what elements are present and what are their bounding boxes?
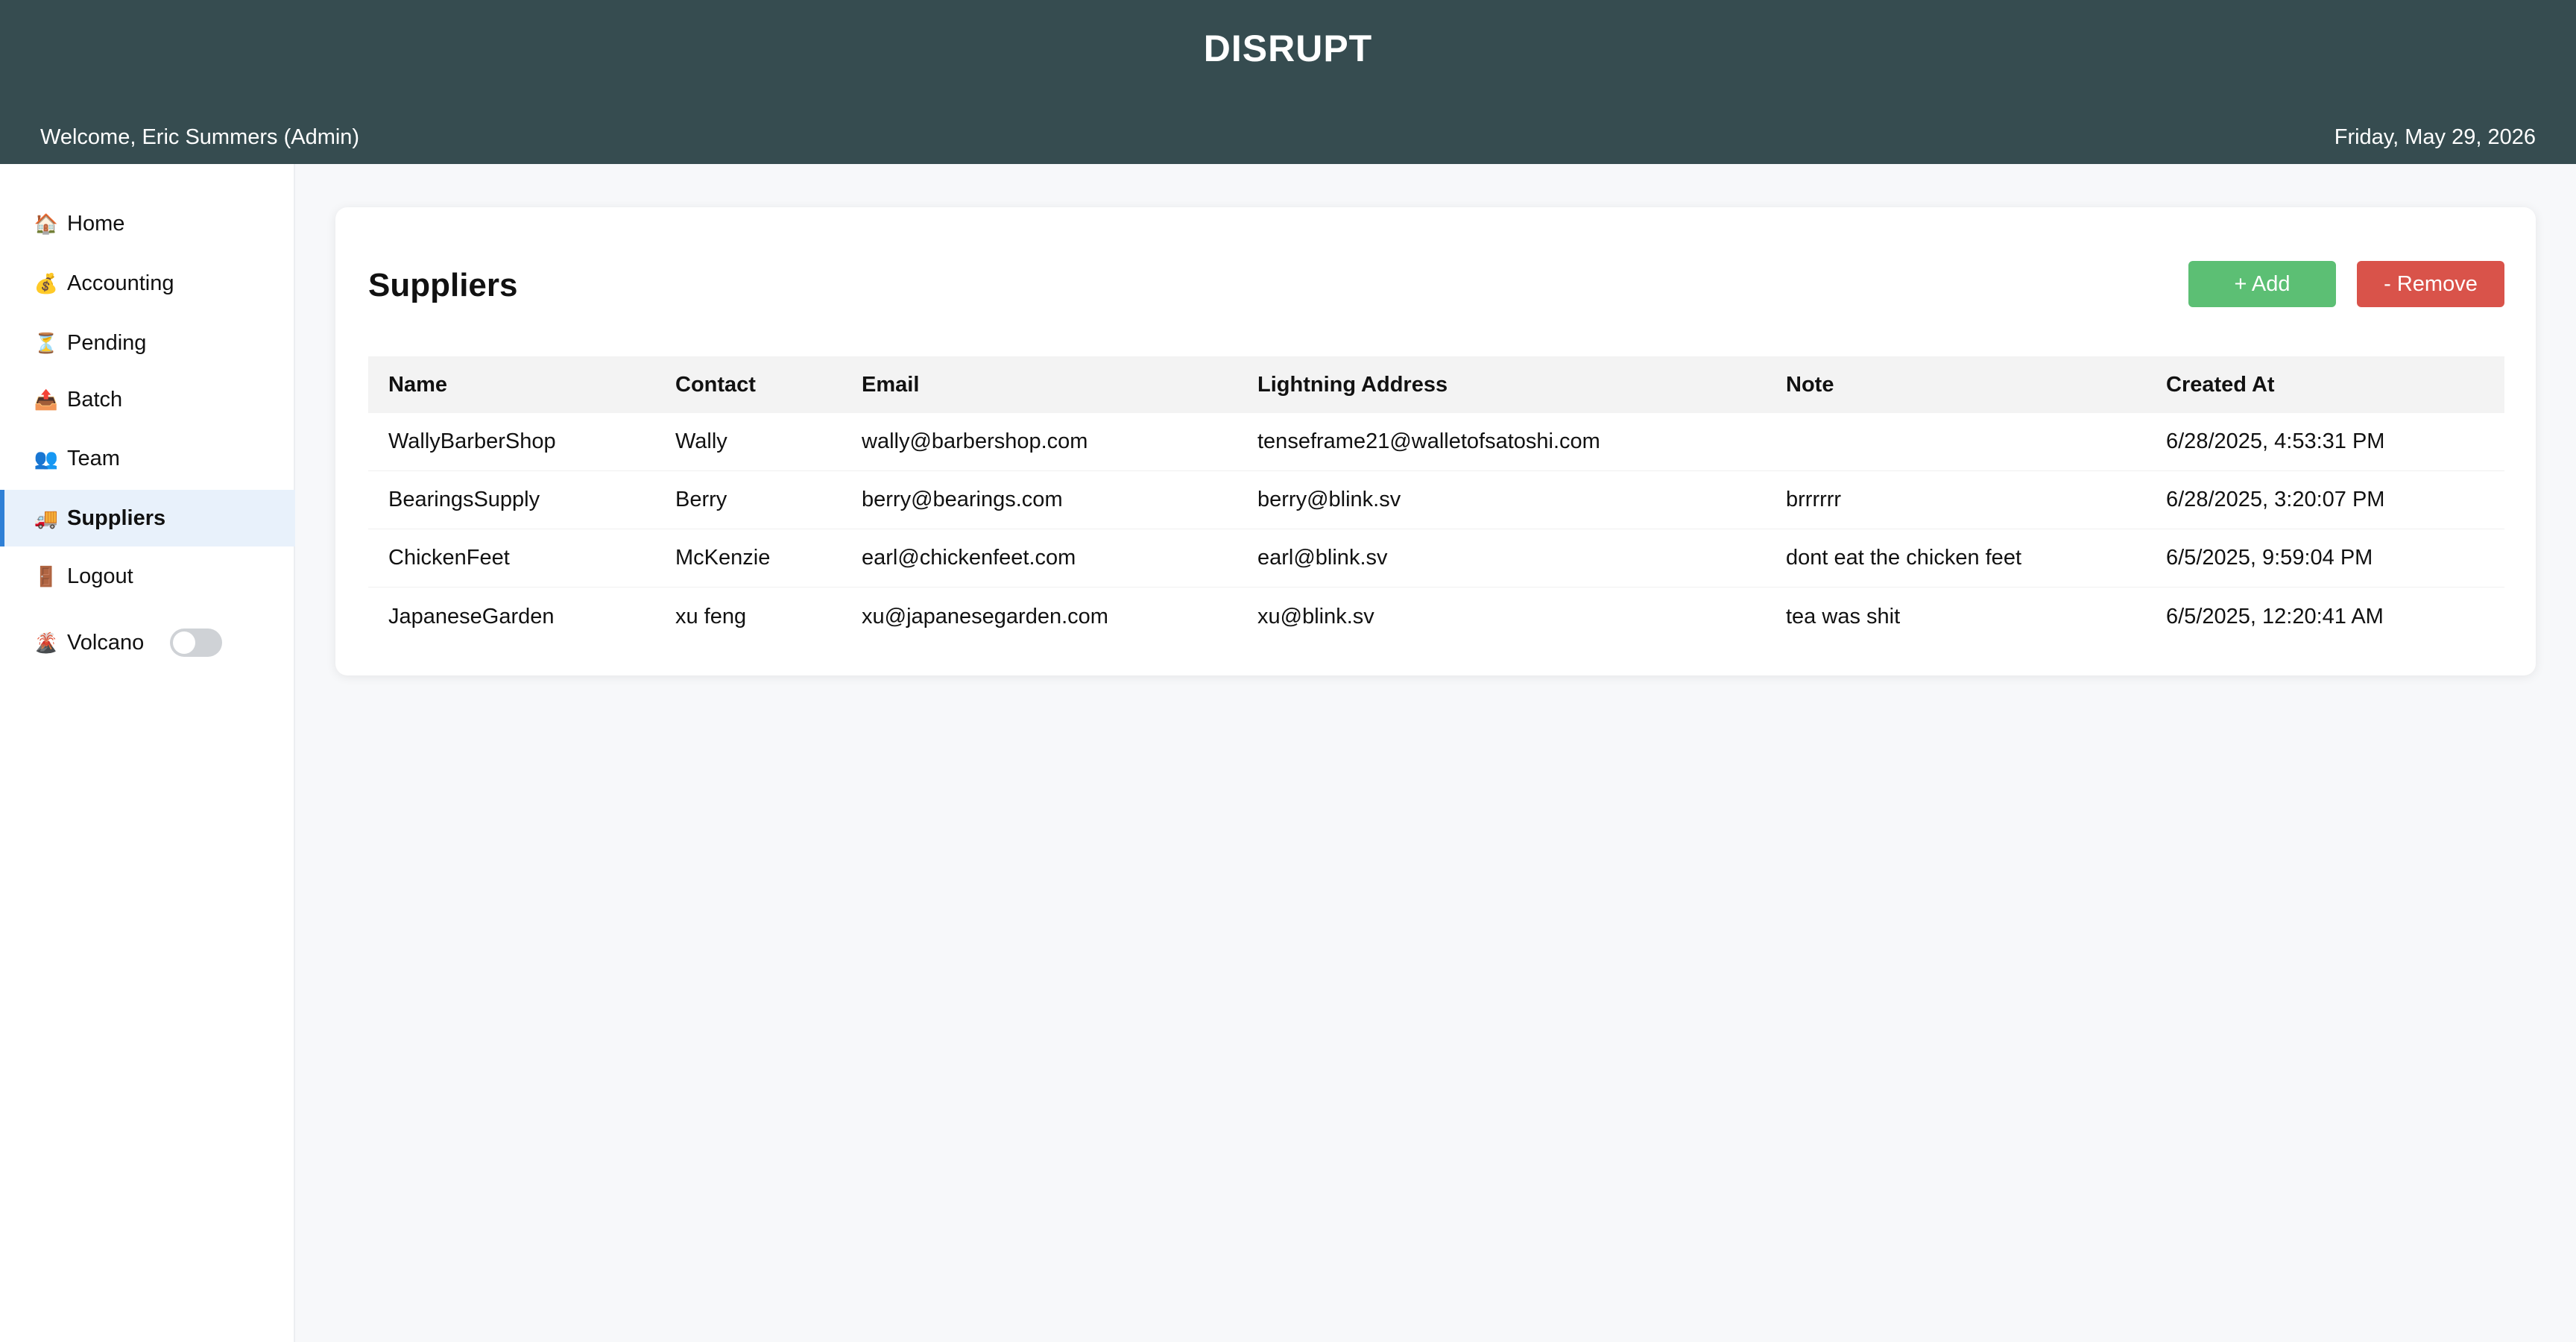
cell-name: BearingsSupply bbox=[388, 488, 540, 511]
sidebar-item-label: Accounting bbox=[67, 271, 174, 295]
cell-contact: xu feng bbox=[675, 604, 747, 629]
cell-note: dont eat the chicken feet bbox=[1786, 546, 2021, 570]
hourglass-icon: ⏳ bbox=[34, 331, 59, 354]
sidebar-item-label: Team bbox=[67, 446, 120, 470]
cell-name: JapaneseGarden bbox=[388, 604, 555, 629]
cell-email: wally@barbershop.com bbox=[862, 429, 1088, 453]
app-brand: DISRUPT bbox=[1203, 28, 1373, 69]
col-header-lightning[interactable]: Lightning Address bbox=[1257, 356, 1448, 413]
top-header: DISRUPT Welcome, Eric Summers (Admin) Fr… bbox=[0, 0, 2576, 164]
cell-created: 6/5/2025, 9:59:04 PM bbox=[2166, 546, 2373, 570]
add-supplier-button[interactable]: + Add bbox=[2188, 261, 2336, 307]
truck-icon: 🚚 bbox=[34, 506, 59, 529]
welcome-text: Welcome, Eric Summers (Admin) bbox=[40, 125, 360, 149]
cell-created: 6/28/2025, 3:20:07 PM bbox=[2166, 488, 2385, 511]
cell-email: xu@japanesegarden.com bbox=[862, 604, 1108, 629]
sidebar-item-label: Home bbox=[67, 211, 125, 236]
money-bag-icon: 💰 bbox=[34, 271, 59, 294]
cell-contact: McKenzie bbox=[675, 546, 771, 570]
sidebar-item-accounting[interactable]: 💰 Accounting bbox=[0, 255, 295, 312]
sidebar-item-label: Volcano bbox=[67, 630, 145, 655]
cell-contact: Wally bbox=[675, 429, 727, 453]
remove-supplier-button[interactable]: - Remove bbox=[2357, 261, 2504, 307]
cell-created: 6/28/2025, 4:53:31 PM bbox=[2166, 429, 2385, 453]
sidebar-item-label: Suppliers bbox=[67, 505, 166, 530]
upload-icon: 📤 bbox=[34, 388, 59, 411]
col-header-created[interactable]: Created At bbox=[2166, 356, 2275, 413]
sidebar-item-logout[interactable]: 🚪 Logout bbox=[0, 548, 295, 605]
sidebar-item-team[interactable]: 👥 Team bbox=[0, 430, 295, 487]
cell-name: WallyBarberShop bbox=[388, 429, 556, 453]
sidebar: 🏠 Home 💰 Accounting ⏳ Pending 📤 Batch 👥 … bbox=[0, 164, 295, 1342]
page-title: Suppliers bbox=[368, 267, 518, 303]
home-icon: 🏠 bbox=[34, 212, 59, 235]
cell-name: ChickenFeet bbox=[388, 546, 510, 570]
cell-email: earl@chickenfeet.com bbox=[862, 546, 1076, 570]
sidebar-item-label: Pending bbox=[67, 330, 147, 355]
cell-lightning: xu@blink.sv bbox=[1257, 604, 1374, 629]
volcano-toggle[interactable] bbox=[170, 629, 222, 657]
sidebar-item-label: Logout bbox=[67, 564, 133, 588]
sidebar-item-volcano: 🌋 Volcano bbox=[0, 614, 295, 671]
sidebar-item-home[interactable]: 🏠 Home bbox=[0, 195, 295, 252]
col-header-contact[interactable]: Contact bbox=[675, 356, 756, 413]
table-row[interactable]: JapaneseGarden xu feng xu@japanesegarden… bbox=[368, 587, 2504, 646]
cell-contact: Berry bbox=[675, 488, 727, 511]
col-header-email[interactable]: Email bbox=[862, 356, 919, 413]
col-header-note[interactable]: Note bbox=[1786, 356, 1834, 413]
current-date: Friday, May 29, 2026 bbox=[2334, 125, 2536, 149]
suppliers-table: Name Contact Email Lightning Address Not… bbox=[368, 356, 2504, 646]
door-icon: 🚪 bbox=[34, 564, 59, 587]
cell-email: berry@bearings.com bbox=[862, 488, 1063, 511]
table-row[interactable]: ChickenFeet McKenzie earl@chickenfeet.co… bbox=[368, 529, 2504, 587]
cell-note: brrrrrr bbox=[1786, 488, 1842, 511]
cell-created: 6/5/2025, 12:20:41 AM bbox=[2166, 604, 2384, 629]
table-header: Name Contact Email Lightning Address Not… bbox=[368, 356, 2504, 413]
cell-lightning: tenseframe21@walletofsatoshi.com bbox=[1257, 429, 1600, 453]
table-row[interactable]: BearingsSupply Berry berry@bearings.com … bbox=[368, 471, 2504, 529]
volcano-icon: 🌋 bbox=[34, 631, 59, 654]
col-header-name[interactable]: Name bbox=[388, 356, 447, 413]
sidebar-item-label: Batch bbox=[67, 387, 123, 412]
cell-lightning: berry@blink.sv bbox=[1257, 488, 1401, 511]
toggle-knob bbox=[173, 631, 195, 654]
sidebar-item-batch[interactable]: 📤 Batch bbox=[0, 371, 295, 428]
sidebar-item-suppliers[interactable]: 🚚 Suppliers bbox=[0, 490, 295, 546]
cell-lightning: earl@blink.sv bbox=[1257, 546, 1388, 570]
team-icon: 👥 bbox=[34, 447, 59, 470]
suppliers-card: Suppliers + Add - Remove Name Contact Em… bbox=[335, 207, 2536, 675]
sidebar-item-pending[interactable]: ⏳ Pending bbox=[0, 315, 295, 371]
cell-note: tea was shit bbox=[1786, 604, 1901, 629]
table-row[interactable]: WallyBarberShop Wally wally@barbershop.c… bbox=[368, 413, 2504, 471]
